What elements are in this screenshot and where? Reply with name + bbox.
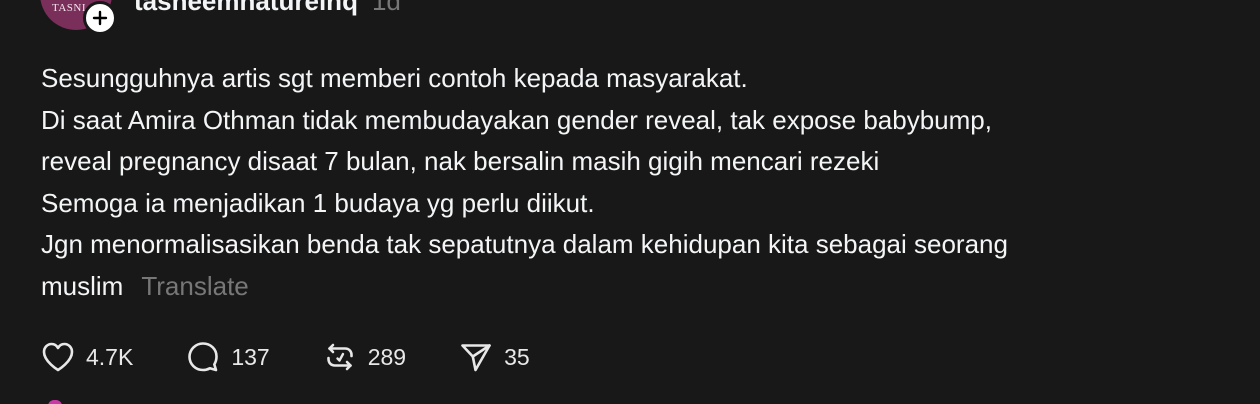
heart-icon (42, 342, 74, 372)
post-body-line: reveal pregnancy disaat 7 bulan, nak ber… (41, 146, 880, 176)
repost-button[interactable]: 289 (322, 339, 406, 375)
post-body-line: Di saat Amira Othman tidak membudayakan … (41, 104, 992, 135)
follow-button[interactable] (83, 1, 117, 35)
plus-icon (92, 10, 108, 26)
thread-post: TASNI tasneemnatureinq 1d Sesungguhnya a… (0, 0, 1260, 404)
next-post-avatar-edge (48, 400, 62, 404)
avatar-logo-text: TASNI (52, 2, 87, 14)
share-button[interactable]: 35 (458, 339, 530, 375)
post-body-line: Sesungguhnya artis sgt memberi contoh ke… (41, 63, 748, 93)
reply-count: 137 (231, 343, 270, 370)
post-body-line: Semoga ia menjadikan 1 budaya yg perlu d… (41, 187, 595, 218)
reply-button[interactable]: 137 (185, 339, 270, 375)
username[interactable]: tasneemnatureinq (134, 0, 358, 17)
action-bar: 4.7K 137 289 35 (40, 339, 530, 375)
post-body-line: Jgn menormalisasikan benda tak sepatutny… (41, 229, 1008, 259)
repost-icon (326, 343, 353, 371)
timestamp: 1d (371, 0, 401, 16)
like-count: 4.7K (86, 343, 134, 370)
translate-link[interactable]: Translate (141, 271, 248, 301)
like-button[interactable]: 4.7K (40, 339, 133, 375)
post-header: tasneemnatureinq 1d (134, 0, 401, 17)
share-count: 35 (504, 343, 530, 370)
post-body: Sesungguhnya artis sgt memberi contoh ke… (41, 58, 1221, 307)
post-body-last-line: muslim Translate (41, 266, 1221, 308)
send-icon (461, 344, 491, 372)
post-body-line: muslim (41, 270, 124, 301)
repost-count: 289 (367, 343, 407, 370)
comment-bubble-icon (188, 342, 219, 372)
